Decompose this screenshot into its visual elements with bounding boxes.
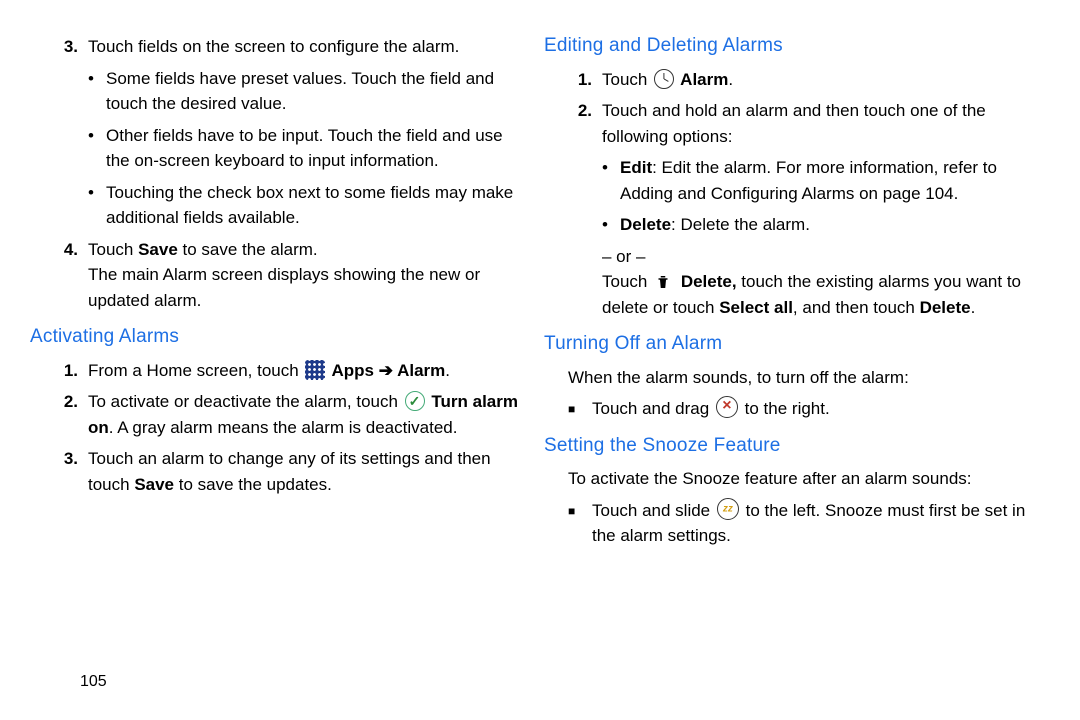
bullet-text: Edit: Edit the alarm. For more informati…: [620, 155, 1050, 206]
alarm-toggle-icon: [405, 391, 425, 411]
bullet-text: Touch and drag to the right.: [592, 396, 1050, 422]
text: : Delete the alarm.: [671, 215, 810, 234]
bullet-dot: •: [88, 66, 106, 92]
step-3-bullet-2: • Other fields have to be input. Touch t…: [88, 123, 522, 174]
trash-icon: [654, 273, 674, 293]
delete-alt-instruction: Touch Delete, touch the existing alarms …: [602, 269, 1050, 320]
or-divider: – or –: [602, 244, 1050, 270]
off-bullet: ■ Touch and drag to the right.: [568, 396, 1050, 422]
text: From a Home screen, touch: [88, 361, 303, 380]
step-text: Touch an alarm to change any of its sett…: [88, 446, 522, 497]
step-3: 3. Touch fields on the screen to configu…: [54, 34, 522, 60]
delete-label: Delete,: [676, 272, 736, 291]
text: , and then touch: [793, 298, 920, 317]
edit-step-2: 2. Touch and hold an alarm and then touc…: [568, 98, 1050, 149]
text: Touch: [602, 272, 652, 291]
text: Touch: [602, 70, 652, 89]
step-number: 2.: [54, 389, 88, 415]
heading-editing-deleting-alarms: Editing and Deleting Alarms: [544, 32, 1050, 61]
right-column: Editing and Deleting Alarms 1. Touch Ala…: [540, 32, 1050, 696]
manual-page: 3. Touch fields on the screen to configu…: [0, 0, 1080, 720]
apps-label: Apps: [327, 361, 374, 380]
ref-text: Adding and Configuring Alarms: [620, 184, 854, 203]
step-4: 4. Touch Save to save the alarm. The mai…: [54, 237, 522, 314]
bullet-dot: •: [602, 155, 620, 181]
bullet-text: Touch and slide to the left. Snooze must…: [592, 498, 1050, 549]
bullet-text: Delete: Delete the alarm.: [620, 212, 1050, 238]
bullet-text: Some fields have preset values. Touch th…: [106, 66, 522, 117]
step-4-line2: The main Alarm screen displays showing t…: [88, 262, 522, 313]
text: Touch: [88, 240, 138, 259]
text: to the right.: [740, 399, 830, 418]
step-number: 4.: [54, 237, 88, 263]
step-number: 1.: [54, 358, 88, 384]
step-number: 1.: [568, 67, 602, 93]
step-text: Touch fields on the screen to configure …: [88, 34, 522, 60]
period: .: [445, 361, 450, 380]
heading-activating-alarms: Activating Alarms: [30, 323, 522, 352]
delete-label: Delete: [920, 298, 971, 317]
save-label: Save: [138, 240, 178, 259]
step-3-bullet-1: • Some fields have preset values. Touch …: [88, 66, 522, 117]
edit-bullet-delete: • Delete: Delete the alarm.: [602, 212, 1050, 238]
text: Touch and drag: [592, 399, 714, 418]
period: .: [971, 298, 976, 317]
step-number: 2.: [568, 98, 602, 124]
heading-snooze-feature: Setting the Snooze Feature: [544, 432, 1050, 461]
bullet-text: Other fields have to be input. Touch the…: [106, 123, 522, 174]
period: .: [728, 70, 733, 89]
step-3-bullet-3: • Touching the check box next to some fi…: [88, 180, 522, 231]
activating-step-3: 3. Touch an alarm to change any of its s…: [54, 446, 522, 497]
edit-step-1: 1. Touch Alarm.: [568, 67, 1050, 93]
apps-grid-icon: [305, 360, 325, 380]
text: : Edit the alarm. For more information, …: [652, 158, 997, 177]
edit-bullet-edit: • Edit: Edit the alarm. For more informa…: [602, 155, 1050, 206]
arrow-icon: ➔: [374, 361, 397, 380]
alarm-clock-icon: [654, 69, 674, 89]
step-text: Touch Alarm.: [602, 67, 1050, 93]
text: . A gray alarm means the alarm is deacti…: [109, 418, 458, 437]
dismiss-circle-x-icon: [716, 396, 738, 418]
square-bullet-icon: ■: [568, 396, 592, 418]
delete-label: Delete: [620, 215, 671, 234]
text: to save the updates.: [174, 475, 332, 494]
step-number: 3.: [54, 446, 88, 472]
step-text: Touch Save to save the alarm. The main A…: [88, 237, 522, 314]
text: To activate or deactivate the alarm, tou…: [88, 392, 403, 411]
alarm-label: Alarm: [676, 70, 728, 89]
save-label: Save: [134, 475, 174, 494]
bullet-dot: •: [88, 180, 106, 206]
select-all-label: Select all: [719, 298, 793, 317]
step-text: To activate or deactivate the alarm, tou…: [88, 389, 522, 440]
activating-step-1: 1. From a Home screen, touch Apps ➔ Alar…: [54, 358, 522, 384]
text: Touch and slide: [592, 501, 715, 520]
step-text: From a Home screen, touch Apps ➔ Alarm.: [88, 358, 522, 384]
alarm-label: Alarm: [397, 361, 445, 380]
off-intro: When the alarm sounds, to turn off the a…: [568, 365, 1050, 391]
bullet-dot: •: [602, 212, 620, 238]
bullet-text: Touching the check box next to some fiel…: [106, 180, 522, 231]
step-number: 3.: [54, 34, 88, 60]
snooze-circle-zz-icon: [717, 498, 739, 520]
bullet-dot: •: [88, 123, 106, 149]
square-bullet-icon: ■: [568, 498, 592, 520]
snooze-intro: To activate the Snooze feature after an …: [568, 466, 1050, 492]
edit-label: Edit: [620, 158, 652, 177]
snooze-bullet: ■ Touch and slide to the left. Snooze mu…: [568, 498, 1050, 549]
activating-step-2: 2. To activate or deactivate the alarm, …: [54, 389, 522, 440]
left-column: 3. Touch fields on the screen to configu…: [30, 32, 540, 696]
heading-turning-off-alarm: Turning Off an Alarm: [544, 330, 1050, 359]
page-number: 105: [80, 670, 107, 694]
text: on page 104.: [854, 184, 958, 203]
text: to save the alarm.: [178, 240, 318, 259]
step-text: Touch and hold an alarm and then touch o…: [602, 98, 1050, 149]
